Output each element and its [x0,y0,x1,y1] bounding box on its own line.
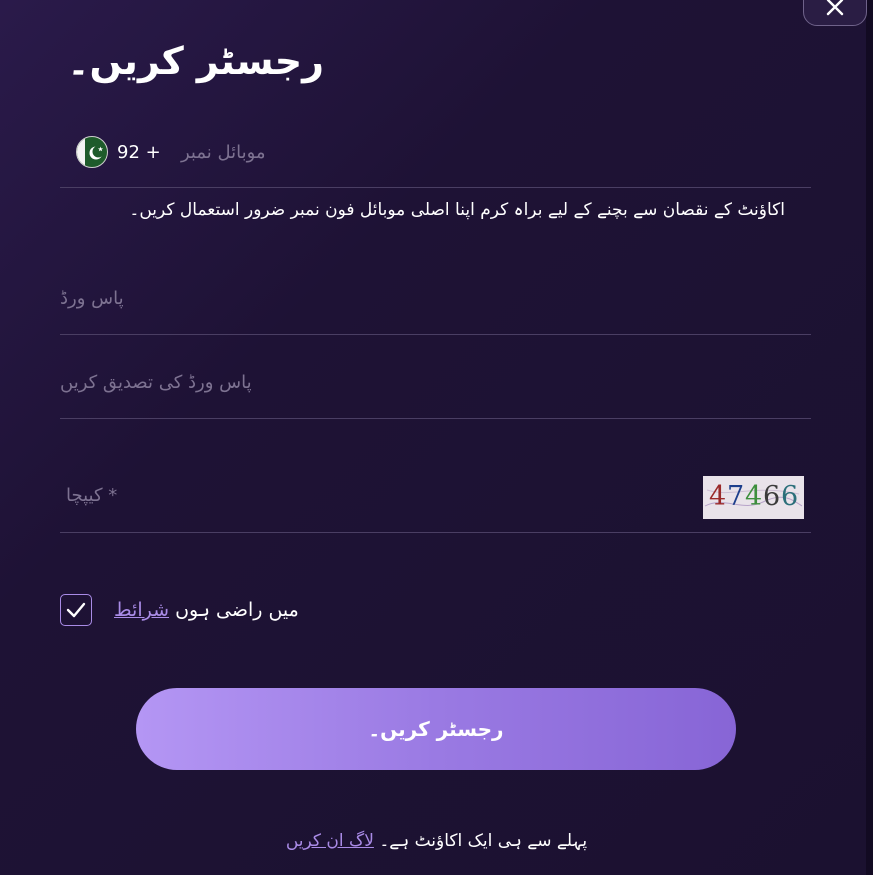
login-prompt: پہلے سے ہی ایک اکاؤنٹ ہے۔ لاگ ان کریں [160,830,713,851]
dial-code[interactable]: 92 + [117,142,161,163]
terms-prefix: میں راضی ہوں [175,598,299,621]
terms-row: میں راضی ہوں شرائط [60,591,299,628]
close-icon [826,0,844,16]
confirm-password-field[interactable]: پاس ورڈ کی تصدیق کریں [60,355,811,419]
captcha-digit: 6 [763,481,781,512]
password-field[interactable]: پاس ورڈ [60,270,811,335]
register-modal: رجسٹر کریں۔ 92 + موبائل نمبر اکاؤنٹ کے ن… [0,0,873,875]
captcha-digit: 4 [745,481,763,512]
captcha-digit: 6 [781,481,799,512]
confirm-password-input[interactable]: پاس ورڈ کی تصدیق کریں [60,372,252,393]
pakistan-flag-icon[interactable] [76,136,108,168]
captcha-field[interactable]: * کیپچا 4 7 4 6 6 [60,455,811,533]
phone-field[interactable]: 92 + موبائل نمبر [60,128,811,188]
phone-helper-text: اکاؤنٹ کے نقصان سے بچنے کے لیے براہ کرم … [129,200,785,220]
password-input[interactable]: پاس ورڈ [60,288,124,309]
captcha-digit: 7 [727,481,745,512]
login-link[interactable]: لاگ ان کریں [286,831,374,851]
page-edge [866,0,873,875]
terms-checkbox[interactable] [60,593,92,626]
captcha-input[interactable]: * کیپچا [66,485,117,506]
page-title: رجسٹر کریں۔ [67,39,324,83]
captcha-image[interactable]: 4 7 4 6 6 [703,476,804,519]
login-prompt-text: پہلے سے ہی ایک اکاؤنٹ ہے۔ [379,831,588,851]
check-icon [66,602,86,617]
terms-label: میں راضی ہوں شرائط [114,599,299,621]
terms-link[interactable]: شرائط [114,599,169,621]
phone-input[interactable]: موبائل نمبر [181,142,266,163]
captcha-digit: 4 [709,481,727,512]
register-button[interactable]: رجسٹر کریں۔ [136,688,736,770]
close-button[interactable] [803,0,867,26]
